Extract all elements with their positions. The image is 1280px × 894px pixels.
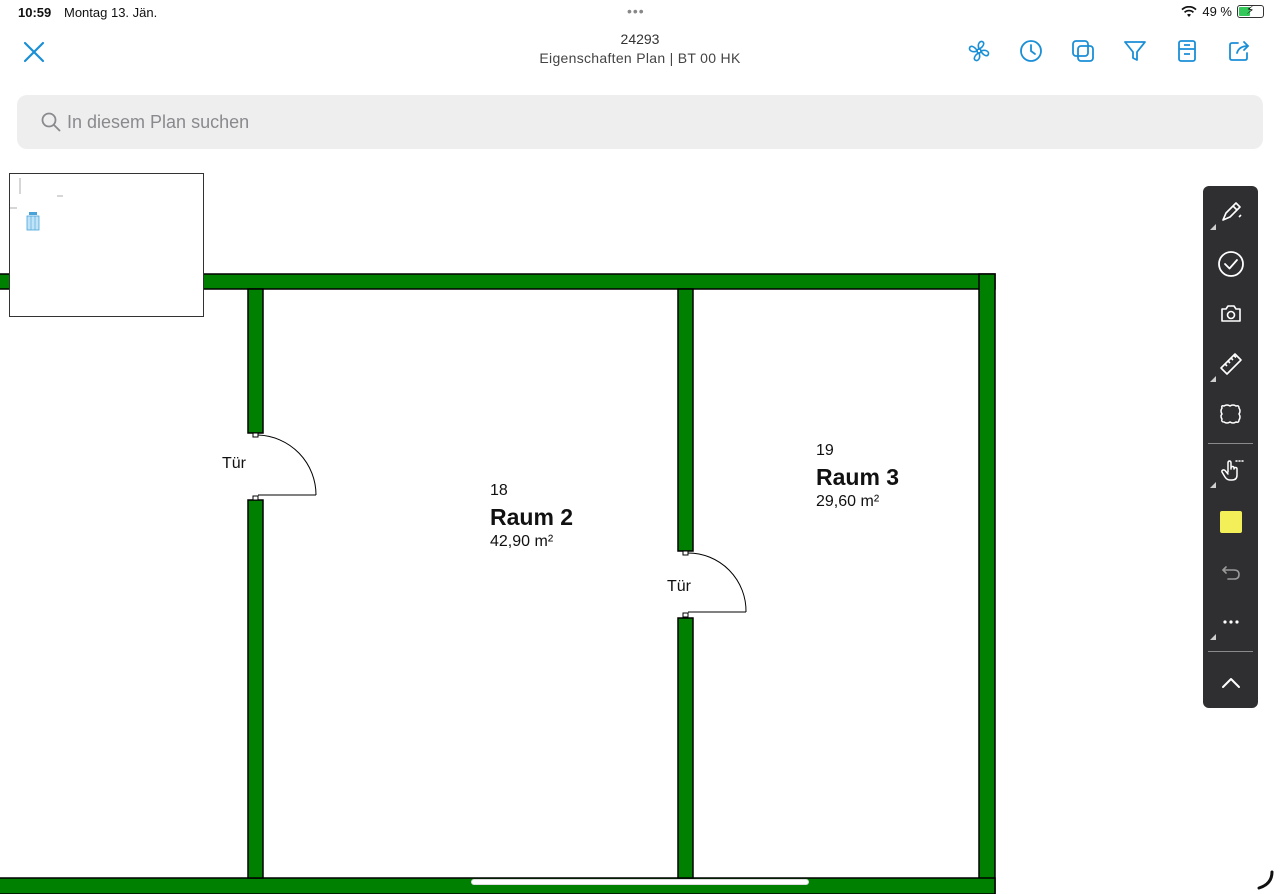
door-label-1: Tür <box>222 455 246 472</box>
ruler-tool[interactable] <box>1203 342 1258 386</box>
room-number: 19 <box>816 442 834 459</box>
camera-icon <box>1220 305 1241 322</box>
plan-minimap[interactable] <box>9 173 204 317</box>
share-icon[interactable] <box>1226 38 1252 64</box>
pen-tool[interactable] <box>1203 190 1258 234</box>
annotation-tool-panel <box>1203 186 1258 708</box>
header-toolbar <box>966 38 1252 64</box>
door-2-swing <box>682 550 747 618</box>
more-icon <box>1222 620 1239 624</box>
room-area: 29,60 m² <box>816 493 880 510</box>
status-bar: 10:59 Montag 13. Jän. ••• 49 % ⚡ <box>0 0 1280 26</box>
collapse-panel-button[interactable] <box>1203 661 1258 705</box>
wifi-icon <box>1181 5 1197 17</box>
camera-tool[interactable] <box>1203 292 1258 336</box>
clock-icon[interactable] <box>1018 38 1044 64</box>
cloud-shape-tool[interactable] <box>1203 392 1258 436</box>
select-tool[interactable] <box>1203 448 1258 492</box>
status-date: Montag 13. Jän. <box>64 5 158 20</box>
undo-icon <box>1221 566 1240 580</box>
minimap-drawing <box>10 178 63 231</box>
room-number: 18 <box>490 482 508 499</box>
hand-pointer-icon <box>1220 460 1244 481</box>
filter-icon[interactable] <box>1122 38 1148 64</box>
battery-icon: ⚡ <box>1237 3 1264 18</box>
wall-middle-lower <box>677 617 694 879</box>
more-tools-button[interactable] <box>1203 600 1258 644</box>
home-indicator <box>471 879 809 885</box>
sheet-icon[interactable] <box>1174 38 1200 64</box>
room-name: Raum 2 <box>490 504 574 530</box>
plan-id: 24293 <box>620 31 660 47</box>
room-label-raum-2[interactable]: 18 Raum 2 42,90 m² <box>490 482 573 551</box>
tool-divider <box>1208 651 1253 652</box>
wall-middle-upper <box>677 288 694 552</box>
status-time: 10:59 <box>18 5 52 20</box>
checkmark-tool[interactable] <box>1203 242 1258 286</box>
wall-left-lower <box>247 499 264 879</box>
door-1-swing <box>252 432 317 501</box>
search-bar <box>17 95 1263 149</box>
close-icon[interactable] <box>20 38 48 66</box>
wall-left-upper <box>247 288 264 434</box>
layers-icon[interactable] <box>1070 38 1096 64</box>
room-label-raum-3[interactable]: 19 Raum 3 29,60 m² <box>816 442 899 511</box>
search-input[interactable] <box>67 105 1217 139</box>
wall-right <box>978 273 996 894</box>
color-swatch <box>1219 511 1242 533</box>
pen-icon <box>1221 202 1242 221</box>
title-block: 24293 Eigenschaften Plan | BT 00 HK <box>440 31 840 66</box>
checkmark-icon <box>1217 251 1244 277</box>
pencil-hover-icon <box>1257 870 1274 890</box>
fan-icon[interactable] <box>966 38 992 64</box>
cloud-shape-icon <box>1219 404 1241 424</box>
status-indicators: 49 % ⚡ <box>1181 3 1264 19</box>
room-area: 42,90 m² <box>490 533 554 550</box>
header: 24293 Eigenschaften Plan | BT 00 HK <box>0 26 1280 82</box>
room-name: Raum 3 <box>816 464 900 490</box>
search-icon <box>41 112 61 132</box>
plan-subtitle: Eigenschaften Plan | BT 00 HK <box>539 50 741 66</box>
color-picker[interactable] <box>1203 500 1258 544</box>
tool-divider <box>1208 443 1253 444</box>
chevron-up-icon <box>1221 678 1240 688</box>
door-label-2: Tür <box>667 578 691 595</box>
undo-button[interactable] <box>1203 550 1258 594</box>
ruler-icon <box>1219 353 1242 375</box>
multitasking-dots[interactable]: ••• <box>627 3 645 19</box>
battery-percent: 49 % <box>1202 4 1232 19</box>
